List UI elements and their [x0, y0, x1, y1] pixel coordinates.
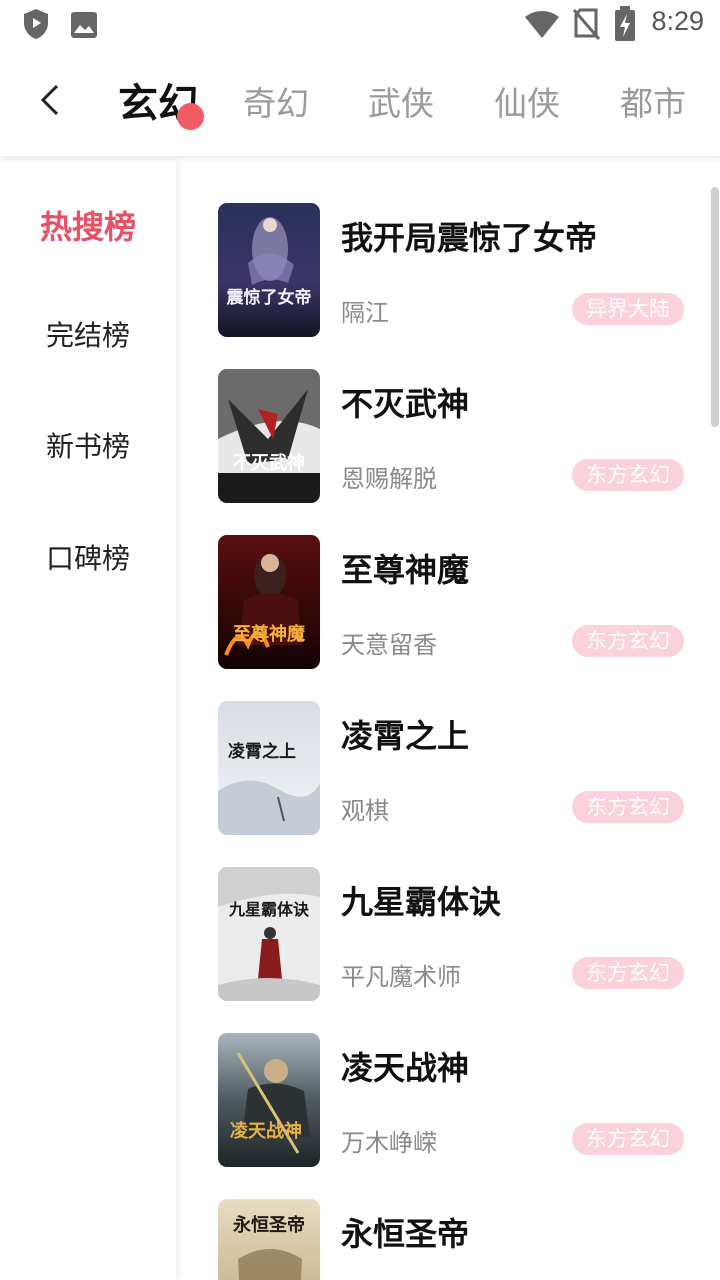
- rank-item-new-books[interactable]: 新书榜: [0, 425, 176, 465]
- genre-tag: 东方玄幻: [572, 791, 684, 823]
- genre-tag: 东方玄幻: [572, 459, 684, 491]
- shield-icon: [22, 8, 50, 44]
- book-author: 观棋: [341, 797, 389, 825]
- category-header: 玄幻 奇幻 武侠 仙侠 都市: [0, 50, 720, 156]
- tab-dushi[interactable]: 都市: [620, 76, 686, 132]
- book-title: 凌天战神: [341, 1049, 470, 1087]
- book-item[interactable]: 凌霄之上 凌霄之上 观棋 东方玄幻: [176, 701, 720, 841]
- status-time: 8:29: [651, 6, 704, 36]
- book-title: 九星霸体诀: [341, 883, 502, 921]
- svg-text:震惊了女帝: 震惊了女帝: [226, 287, 312, 308]
- book-author: 隔江: [341, 299, 389, 327]
- book-item[interactable]: 至尊神魔 至尊神魔 天意留香 东方玄幻: [176, 535, 720, 675]
- genre-tag: 东方玄幻: [572, 1123, 684, 1155]
- chevron-left-icon: [39, 83, 61, 121]
- book-list: 震惊了女帝 我开局震惊了女帝 隔江 异界大陆 不灭武神 不灭武神 恩赐解脱 东方…: [176, 160, 720, 1280]
- tab-qihuan[interactable]: 奇幻: [243, 76, 309, 132]
- active-tab-dot: [177, 103, 204, 130]
- svg-text:九星霸体诀: 九星霸体诀: [228, 900, 310, 919]
- wifi-icon: [524, 9, 560, 43]
- book-cover: 九星霸体诀: [218, 867, 320, 1001]
- back-button[interactable]: [30, 78, 70, 126]
- book-cover: 震惊了女帝: [218, 203, 320, 337]
- status-bar: 8:29: [0, 0, 720, 50]
- list-scrollbar[interactable]: [711, 187, 719, 427]
- book-cover: 凌天战神: [218, 1033, 320, 1167]
- svg-text:不灭武神: 不灭武神: [233, 452, 305, 474]
- book-cover: 不灭武神: [218, 369, 320, 503]
- tab-wuxia[interactable]: 武侠: [368, 76, 434, 132]
- book-title: 凌霄之上: [341, 717, 470, 755]
- book-title: 永恒圣帝: [341, 1215, 470, 1253]
- svg-text:永恒圣帝: 永恒圣帝: [232, 1214, 305, 1236]
- book-cover: 凌霄之上: [218, 701, 320, 835]
- svg-text:凌霄之上: 凌霄之上: [228, 741, 296, 762]
- book-title: 至尊神魔: [341, 551, 470, 589]
- book-cover: 永恒圣帝: [218, 1199, 320, 1280]
- book-item[interactable]: 震惊了女帝 我开局震惊了女帝 隔江 异界大陆: [176, 203, 720, 343]
- svg-text:至尊神魔: 至尊神魔: [233, 623, 305, 645]
- book-author: 天意留香: [341, 631, 437, 659]
- book-author: 恩赐解脱: [341, 465, 437, 493]
- svg-text:凌天战神: 凌天战神: [230, 1120, 302, 1142]
- book-item[interactable]: 九星霸体诀 九星霸体诀 平凡魔术师 东方玄幻: [176, 867, 720, 1007]
- rank-item-completed[interactable]: 完结榜: [0, 314, 176, 354]
- book-item[interactable]: 凌天战神 凌天战神 万木峥嵘 东方玄幻: [176, 1033, 720, 1173]
- book-item[interactable]: 永恒圣帝 永恒圣帝: [176, 1199, 720, 1280]
- book-author: 万木峥嵘: [341, 1129, 437, 1157]
- genre-tag: 东方玄幻: [572, 957, 684, 989]
- book-author: 平凡魔术师: [341, 963, 461, 991]
- tab-xianxia[interactable]: 仙侠: [494, 76, 560, 132]
- genre-tag: 东方玄幻: [572, 625, 684, 657]
- battery-charging-icon: [614, 6, 636, 46]
- book-item[interactable]: 不灭武神 不灭武神 恩赐解脱 东方玄幻: [176, 369, 720, 509]
- no-sim-icon: [572, 8, 601, 44]
- rank-item-reputation[interactable]: 口碑榜: [0, 537, 176, 577]
- book-title: 不灭武神: [341, 385, 470, 423]
- rank-menu: 热搜榜 完结榜 新书榜 口碑榜: [0, 160, 176, 1280]
- rank-item-hot-search[interactable]: 热搜榜: [0, 202, 176, 248]
- genre-tag: 异界大陆: [572, 293, 684, 325]
- image-icon: [70, 11, 98, 43]
- book-cover: 至尊神魔: [218, 535, 320, 669]
- book-title: 我开局震惊了女帝: [341, 219, 598, 257]
